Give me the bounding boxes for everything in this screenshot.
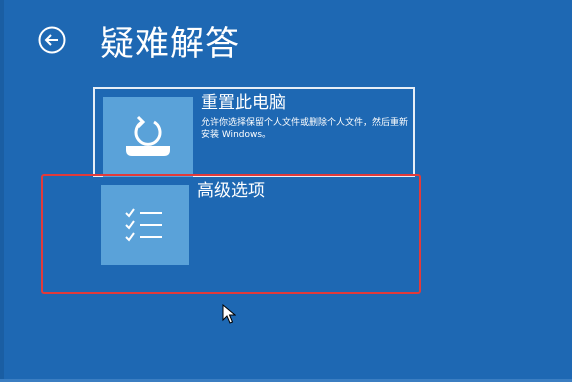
back-button[interactable] [36, 24, 68, 56]
reset-pc-option[interactable]: 重置此电脑 允许你选择保留个人文件或删除个人文件，然后重新安装 Windows。 [93, 87, 415, 177]
highlight-frame [41, 174, 421, 294]
troubleshoot-screen: 疑难解答 重置此电脑 允许你选择保留个人文件或删除个人文件，然后重新安装 Win… [0, 0, 572, 382]
reset-pc-title: 重置此电脑 [201, 93, 286, 113]
header: 疑难解答 [36, 16, 240, 64]
back-arrow-icon [38, 26, 66, 54]
reset-pc-text: 重置此电脑 允许你选择保留个人文件或删除个人文件，然后重新安装 Windows。 [201, 93, 411, 175]
mouse-pointer-icon [222, 304, 236, 324]
reset-pc-icon [126, 115, 170, 156]
page-title: 疑难解答 [100, 23, 240, 64]
reset-pc-icon-box [103, 97, 193, 177]
left-edge-strip [0, 0, 4, 382]
reset-pc-description: 允许你选择保留个人文件或删除个人文件，然后重新安装 Windows。 [201, 118, 409, 140]
